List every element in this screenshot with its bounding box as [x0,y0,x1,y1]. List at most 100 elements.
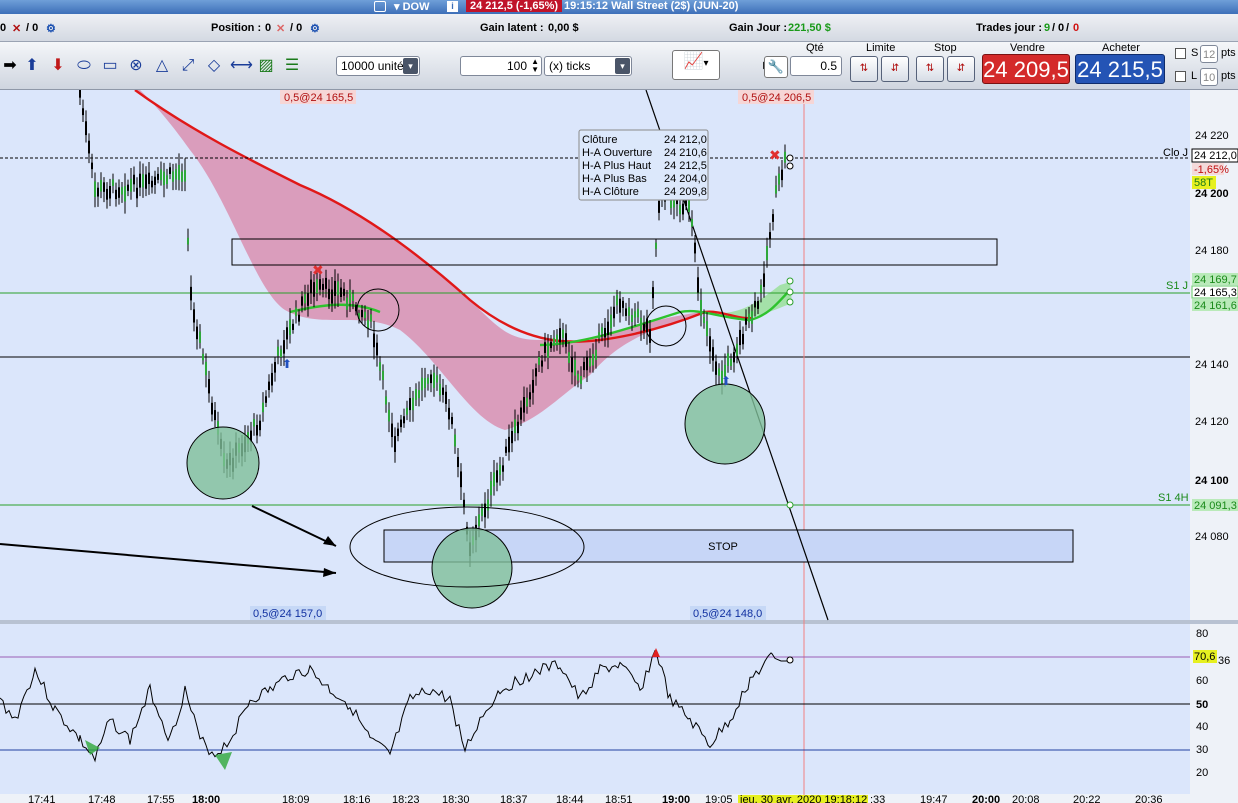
candle-body [208,379,210,394]
order-tag-top-right[interactable]: 0,5@24 206,5 [742,92,811,104]
candle-body [634,311,636,318]
position-counts: / 0 [290,22,303,34]
s-points-input[interactable]: 12 [1200,45,1218,63]
close-position-icon[interactable]: ✕ [276,22,285,35]
candle-body [319,279,321,290]
channel-icon[interactable]: ▨ [256,56,276,76]
position-gear-icon[interactable]: ⚙ [310,22,320,35]
candle-body [301,296,303,306]
candle-body [142,174,144,188]
arrow-right-icon[interactable]: ➡ [0,56,20,76]
x-tick: 20:36 [1135,794,1163,803]
x-tick: 18:44 [556,794,584,803]
panel-divider[interactable] [0,620,1238,624]
candle-body [637,308,639,318]
limit-checkbox[interactable] [1175,71,1186,82]
trendline-icon[interactable]: ⤢ [178,56,198,76]
candle-body [181,171,183,182]
price-chart-area[interactable]: STOP ✖ ✖ ⬆ ⬆ 0,5@24 165,5 0,5@24 206,5 0… [0,90,1238,803]
candle-body [424,378,426,389]
buy-button[interactable]: 24 215,5 [1075,54,1165,84]
info-icon[interactable]: i [447,1,458,12]
stop-buy-button[interactable]: ⇅ [916,56,944,82]
candle-body [97,187,99,197]
candle-body [766,245,768,261]
candle-body [145,174,147,189]
candle-body [160,169,162,181]
lasso-icon[interactable]: ⬭ [74,56,94,76]
title-bar: ▾ DOW i 24 212,5 (-1,65%) 19:15:12 Wall … [0,0,1238,14]
s-label: S [1191,47,1199,59]
candle-body [757,301,759,309]
x-tick: 18:00 [192,794,220,803]
chart-type-icon[interactable] [374,1,386,12]
candle-body [211,402,213,415]
sell-button[interactable]: 24 209,5 [982,54,1070,84]
position-value: 0 [265,22,272,34]
sell-marker-icon: ✖ [312,262,324,278]
low-circle-3[interactable] [684,383,766,465]
qty-value: 0.5 [820,59,837,73]
diamond-icon[interactable]: ◇ [204,56,224,76]
gain-latent-value: 0,00 $ [548,22,579,34]
price-change-badge: 24 212,5 (-1,65%) [466,0,563,12]
ticks-unit-select[interactable]: (x) ticks ▾ [544,56,632,76]
units-select[interactable]: 10000 unités ▾ [336,56,420,76]
candle-body [106,188,108,200]
candle-body [598,332,600,339]
x-tick: 18:23 [392,794,420,803]
arrow-up-icon[interactable]: ⬆ [22,56,42,76]
candle-body [193,309,195,323]
settings-gear-icon[interactable]: ⚙ [46,22,56,35]
low-circle-1[interactable] [186,426,260,500]
stop-loss-checkbox[interactable] [1175,48,1186,59]
ellipse-icon[interactable]: ⊗ [126,56,146,76]
candle-body [553,338,555,346]
order-tag-bottom-right[interactable]: 0,5@24 148,0 [693,608,762,620]
candle-body [184,170,186,182]
indicator-menu-button[interactable]: 📈▾ [672,50,720,80]
remove-icon[interactable]: ✕ [12,22,21,35]
candle-body [547,342,549,358]
candle-body [739,329,741,346]
instrument-name: DOW [402,1,430,13]
limit-sell-button[interactable]: ⇵ [881,56,909,82]
ticks-input[interactable]: 100 ▲ ▼ [460,56,542,76]
buy-marker-icon: ⬆ [282,357,292,371]
order-tag-bottom-left[interactable]: 0,5@24 157,0 [253,608,322,620]
rectangle-icon[interactable]: ▭ [100,56,120,76]
fibonacci-icon[interactable]: ☰ [282,56,302,76]
candle-body [529,392,531,400]
horizontal-line-icon[interactable]: ⟷ [230,56,253,76]
triangle-icon[interactable]: △ [152,56,172,76]
stepper-icon[interactable]: ▲ ▼ [531,58,539,74]
candle-body [130,178,132,192]
stop-sell-button[interactable]: ⇵ [947,56,975,82]
order-tag-top-left[interactable]: 0,5@24 165,5 [284,92,353,104]
candle-body [343,288,345,296]
candle-body [175,169,177,180]
candle-body [253,419,255,427]
instrument-dropdown[interactable]: ▾ DOW [394,0,429,13]
l-points-input[interactable]: 10 [1200,68,1218,86]
candle-body [202,353,204,361]
arrow-down-icon[interactable]: ⬇ [48,56,68,76]
current-price-tag: 24 212,0 [1194,150,1237,162]
y-tick: 24 080 [1195,531,1229,543]
s1-4h-price-tag: 24 091,3 [1194,500,1237,512]
candle-body [583,361,585,371]
candle-body [439,383,441,396]
account-info-bar: 0 ✕ / 0 ⚙ Position : 0 ✕ / 0 ⚙ Gain late… [0,14,1238,42]
candle-body [451,416,453,425]
candle-body [286,327,288,340]
candle-body [190,286,192,301]
sell-header: Vendre [1010,42,1045,54]
pivot-dot [786,277,794,285]
wrench-button[interactable]: 🔧 [764,56,788,78]
candle-body [505,446,507,453]
low-circle-2[interactable] [431,527,513,609]
candle-body [571,357,573,373]
qty-input[interactable]: 0.5 [790,56,842,76]
limit-buy-button[interactable]: ⇅ [850,56,878,82]
chart-canvas[interactable]: STOP ✖ ✖ ⬆ ⬆ 0,5@24 165,5 0,5@24 206,5 0… [0,90,1238,803]
